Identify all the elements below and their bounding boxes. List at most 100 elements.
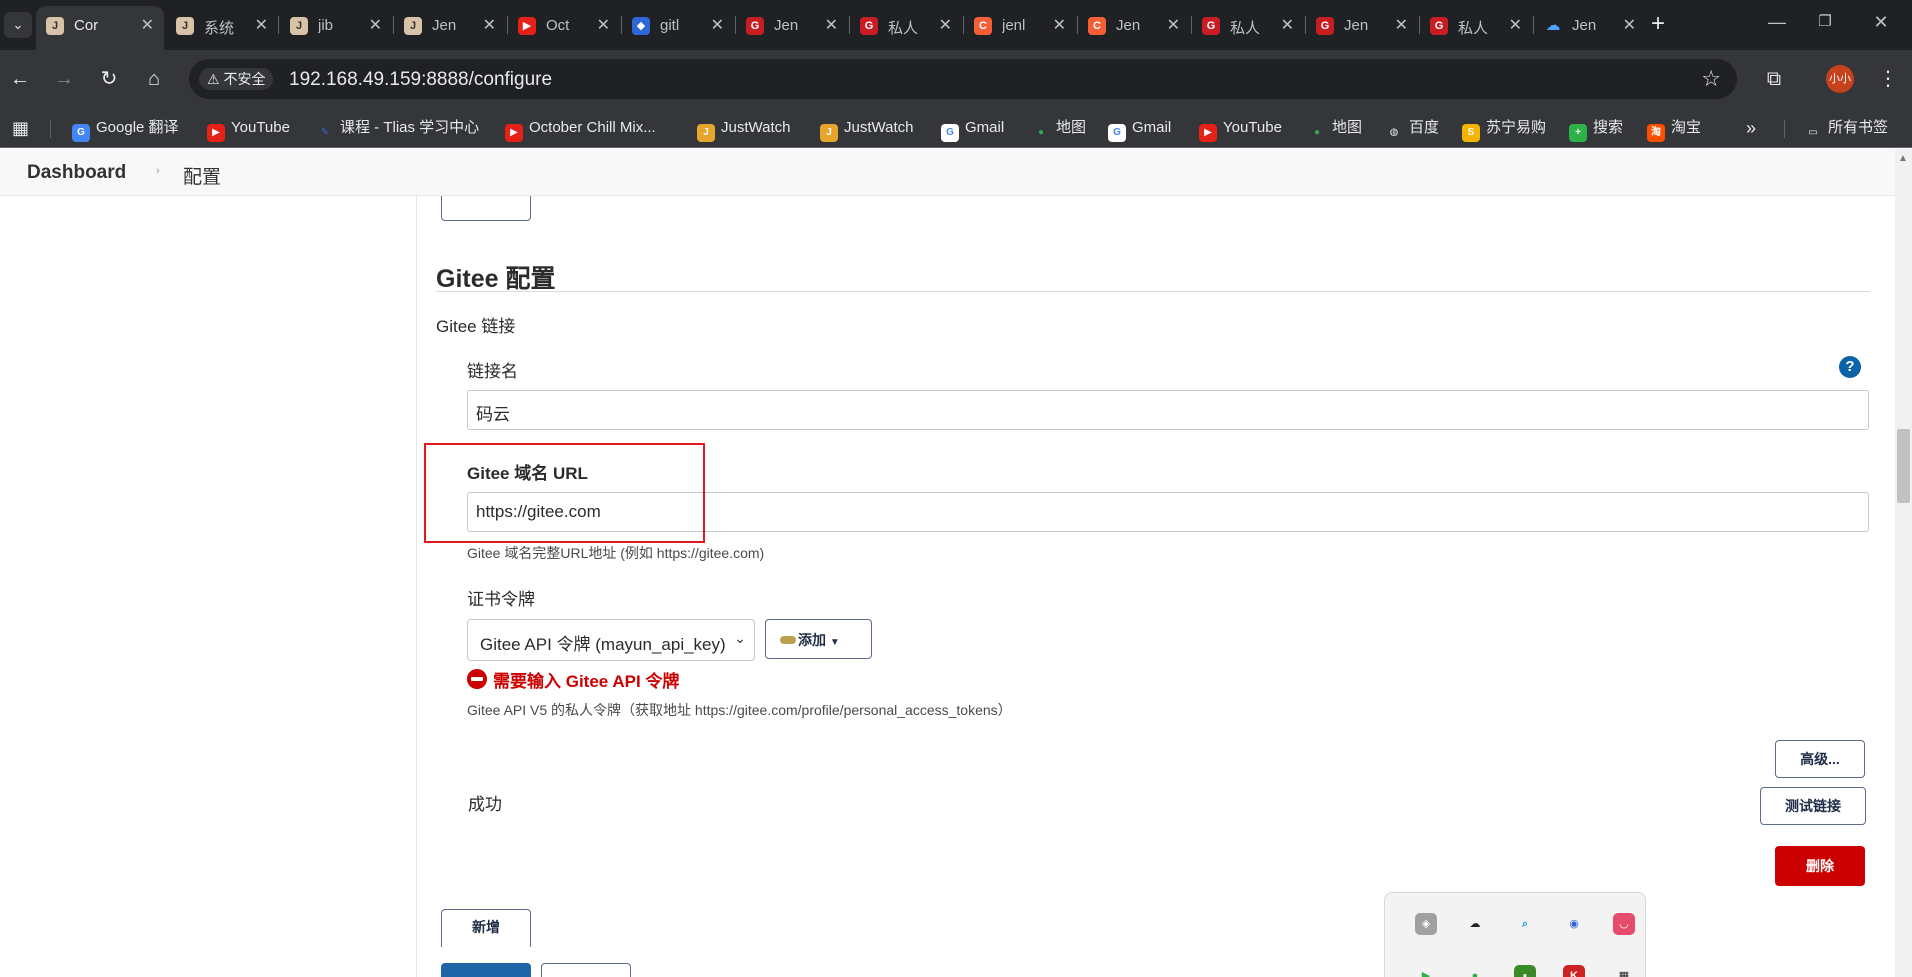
apply-button[interactable] <box>541 963 631 977</box>
tab-title: 私人 <box>1230 20 1261 37</box>
bookmark-gmail-1[interactable]: G Gmail <box>941 117 1004 142</box>
bookmark-google-translate[interactable]: G Google 翻译 <box>72 117 179 142</box>
reload-icon[interactable]: ↻ <box>95 65 123 93</box>
bookmark-maps-1[interactable]: ● 地图 <box>1032 117 1086 139</box>
advanced-button[interactable]: 高级... <box>1775 740 1865 778</box>
bookmark-suning[interactable]: S 苏宁易购 <box>1462 117 1547 142</box>
close-icon[interactable]: ✕ <box>141 15 154 35</box>
credentials-select[interactable]: Gitee API 令牌 (mayun_api_key) ⌄ <box>467 619 755 661</box>
tab-title: gitl <box>660 17 680 34</box>
back-icon[interactable]: ← <box>6 65 34 93</box>
breadcrumb-dashboard[interactable]: Dashboard <box>27 162 126 184</box>
extensions-icon[interactable]: ⧉ <box>1760 65 1788 93</box>
bookmark-label: Google 翻译 <box>96 119 179 136</box>
home-icon[interactable]: ⌂ <box>140 65 168 93</box>
delete-button[interactable]: 删除 <box>1775 846 1865 886</box>
help-icon[interactable]: ? <box>1839 356 1861 378</box>
close-icon[interactable]: ✕ <box>597 15 610 35</box>
bookmark-star-icon[interactable]: ☆ <box>1701 66 1721 92</box>
close-icon[interactable]: ✕ <box>939 15 952 35</box>
grid-icon[interactable]: ▦ <box>1613 965 1635 977</box>
youtube-icon: ▶ <box>207 124 225 142</box>
bookmark-justwatch-1[interactable]: J JustWatch <box>697 117 790 142</box>
close-icon[interactable]: ✕ <box>711 15 724 35</box>
bookmark-youtube[interactable]: ▶ YouTube <box>207 117 290 142</box>
profile-avatar[interactable]: 小小 <box>1826 65 1854 93</box>
shield-icon[interactable]: ◈ <box>1415 913 1437 935</box>
bookmark-label: 苏宁易购 <box>1486 119 1547 136</box>
connection-name-input[interactable]: 码云 <box>467 390 1869 430</box>
close-icon[interactable]: ✕ <box>483 15 496 35</box>
scrollbar-thumb[interactable] <box>1897 429 1910 503</box>
tab-csdn-1[interactable]: C jenl ✕ <box>964 8 1076 42</box>
new-tab-button[interactable]: + <box>1644 10 1672 38</box>
wechat-icon[interactable]: ● <box>1464 965 1486 977</box>
test-connection-button[interactable]: 测试链接 <box>1760 787 1866 825</box>
tab-csdn-2[interactable]: C Jen ✕ <box>1078 8 1190 42</box>
tab-youtube[interactable]: ▶ Oct ✕ <box>508 8 620 42</box>
bookmarks-overflow-icon[interactable]: » <box>1746 117 1756 139</box>
tab-gitee-1[interactable]: G Jen ✕ <box>736 8 848 42</box>
credentials-hint: Gitee API V5 的私人令牌（获取地址 https://gitee.co… <box>467 702 1012 718</box>
close-icon[interactable]: ✕ <box>1281 15 1294 35</box>
close-icon[interactable]: ✕ <box>369 15 382 35</box>
kaspersky-icon[interactable]: K <box>1563 965 1585 977</box>
tab-cloud[interactable]: ☁ Jen ✕ <box>1534 8 1646 42</box>
tab-gitee-4[interactable]: G Jen ✕ <box>1306 8 1418 42</box>
circle-icon[interactable]: ◉ <box>1563 913 1585 935</box>
bookmark-baidu[interactable]: ◍ 百度 <box>1385 117 1439 139</box>
tab-configure[interactable]: J Cor ✕ <box>36 6 164 50</box>
scrollbar-track[interactable] <box>1895 149 1912 977</box>
nvidia-icon[interactable]: ▪ <box>1514 965 1536 977</box>
bookmark-search[interactable]: + 搜索 <box>1569 117 1623 142</box>
section-divider <box>436 291 1870 292</box>
restore-icon[interactable]: ❐ <box>1810 12 1840 30</box>
apps-grid-icon[interactable]: ▦ <box>12 117 29 139</box>
close-icon[interactable]: ✕ <box>1623 15 1636 35</box>
tab-gitee-5[interactable]: G 私人 ✕ <box>1420 8 1532 42</box>
tab-gitee-2[interactable]: G 私人 ✕ <box>850 8 962 42</box>
tab-search-button[interactable]: ⌄ <box>4 12 32 38</box>
security-chip[interactable]: ⚠ 不安全 <box>199 68 274 90</box>
tab-gitlab[interactable]: ◆ gitl ✕ <box>622 8 734 42</box>
tab-jenkins[interactable]: J Jen ✕ <box>394 8 506 42</box>
bookmark-justwatch-2[interactable]: J JustWatch <box>820 117 913 142</box>
credentials-label: 证书令牌 <box>467 590 535 609</box>
forward-icon[interactable]: → <box>50 65 78 93</box>
jenkins-icon: J <box>176 17 194 35</box>
close-icon[interactable]: ✕ <box>825 15 838 35</box>
add-credentials-button[interactable]: 添加 ▼ <box>765 619 872 659</box>
pocket-icon[interactable]: ◡ <box>1613 913 1635 935</box>
menu-icon[interactable]: ⋮ <box>1874 65 1902 93</box>
all-bookmarks-folder[interactable]: ▭ 所有书签 <box>1804 117 1888 139</box>
bookmark-gmail-2[interactable]: G Gmail <box>1108 117 1171 142</box>
play-icon[interactable]: ▶ <box>1415 965 1437 977</box>
bookmark-label: 淘宝 <box>1671 119 1702 136</box>
close-icon[interactable]: ✕ <box>1167 15 1180 35</box>
window-close-icon[interactable]: ✕ <box>1866 12 1896 33</box>
scroll-up-icon[interactable]: ▲ <box>1898 153 1908 164</box>
bookmark-taobao[interactable]: 淘淘宝 <box>1647 117 1702 142</box>
close-icon[interactable]: ✕ <box>1509 15 1522 35</box>
bookmark-october-chill[interactable]: ▶ October Chill Mix... <box>505 117 656 142</box>
error-text: 需要输入 Gitee API 令牌 <box>493 672 680 691</box>
bookmark-separator <box>1784 120 1785 138</box>
cloud-sync-icon[interactable]: ☁ <box>1464 913 1486 935</box>
close-icon[interactable]: ✕ <box>255 15 268 35</box>
add-button-bottom[interactable]: 新增 <box>441 909 531 947</box>
tab-gitee-3[interactable]: G 私人 ✕ <box>1192 8 1304 42</box>
bookmark-youtube-2[interactable]: ▶ YouTube <box>1199 117 1282 142</box>
close-icon[interactable]: ✕ <box>1053 15 1066 35</box>
caret-down-icon: ▼ <box>829 637 840 648</box>
bookmark-maps-2[interactable]: ● 地图 <box>1308 117 1362 139</box>
address-bar[interactable]: ⚠ 不安全 192.168.49.159:8888/configure ☆ <box>189 59 1737 99</box>
tab-jib[interactable]: J jib ✕ <box>280 8 392 42</box>
search-icon[interactable]: ⌕ <box>1514 913 1536 935</box>
close-icon[interactable]: ✕ <box>1395 15 1408 35</box>
bookmark-course[interactable]: ✎ 课程 - Tlias 学习中心 <box>316 117 479 139</box>
tab-system[interactable]: J 系统 ✕ <box>166 8 278 42</box>
url-text[interactable]: 192.168.49.159:8888/configure <box>289 69 552 91</box>
minimize-icon[interactable]: — <box>1762 12 1792 33</box>
save-button[interactable] <box>441 963 531 977</box>
breadcrumb-current[interactable]: 配置 <box>183 162 221 189</box>
